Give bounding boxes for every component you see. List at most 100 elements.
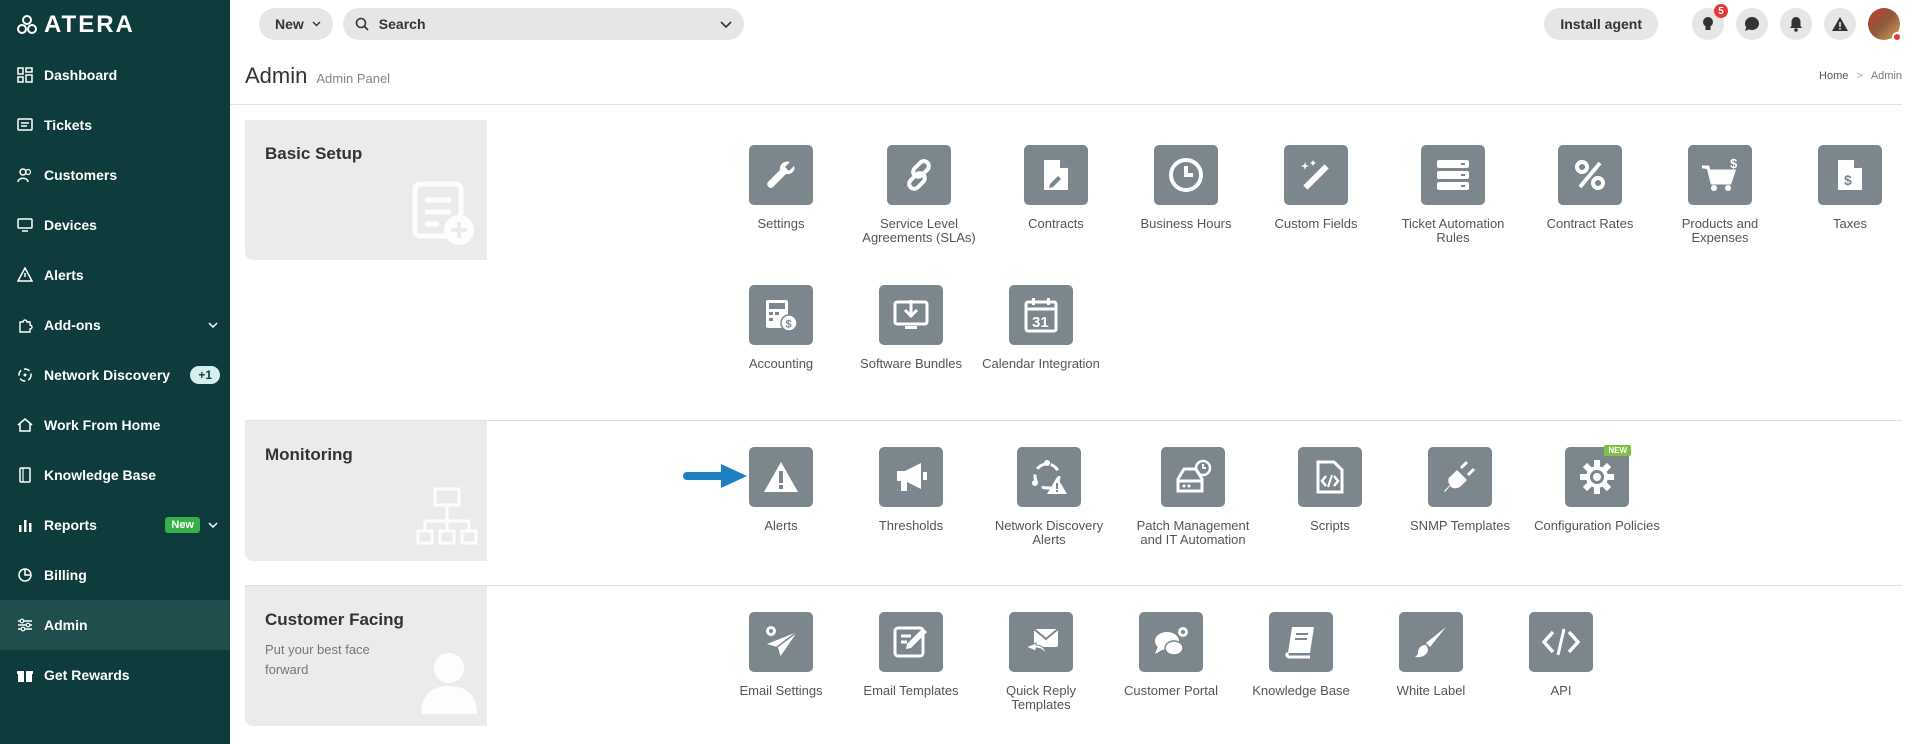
customer-facing-panel: Customer Facing Put your best face forwa…	[245, 586, 487, 726]
shopping-cart-icon: $	[1688, 145, 1752, 205]
tile-label: Customer Portal	[1124, 683, 1218, 698]
svg-text:$: $	[786, 319, 792, 331]
tile-contract-rates[interactable]: Contract Rates	[1525, 145, 1655, 231]
sidebar-item-dashboard[interactable]: Dashboard	[0, 50, 230, 100]
new-badge: NEW	[1604, 445, 1631, 456]
tile-label: Accounting	[748, 356, 814, 371]
section-title: Customer Facing	[265, 610, 404, 629]
chevron-down-icon[interactable]	[206, 522, 220, 528]
tile-settings[interactable]: Settings	[716, 145, 846, 231]
section-title: Basic Setup	[265, 144, 363, 163]
tips-button[interactable]: 5	[1692, 4, 1728, 40]
tile-accounting[interactable]: $ Accounting	[716, 285, 846, 371]
breadcrumb-separator: >	[1856, 70, 1863, 82]
tile-email-settings[interactable]: Email Settings	[716, 612, 846, 698]
sidebar-item-get-rewards[interactable]: Get Rewards	[0, 650, 230, 700]
page-title: Admin	[245, 63, 308, 88]
tile-snmp-templates[interactable]: SNMP Templates	[1395, 447, 1525, 533]
monitoring-panel: Monitoring	[245, 421, 487, 561]
atera-logo[interactable]: ATERA	[0, 0, 230, 50]
sidebar-item-network-discovery[interactable]: Network Discovery +1	[0, 350, 230, 400]
warning-icon	[1832, 17, 1848, 31]
tile-api[interactable]: API	[1496, 612, 1626, 698]
edit-template-icon	[879, 612, 943, 672]
tile-configuration-policies[interactable]: NEW Configuration Policies	[1532, 445, 1662, 533]
tile-quick-reply-templates[interactable]: Quick Reply Templates	[976, 612, 1106, 712]
server-rules-icon	[1421, 145, 1485, 205]
tile-network-discovery-alerts[interactable]: Network Discovery Alerts	[984, 447, 1114, 547]
sidebar-item-work-from-home[interactable]: Work From Home	[0, 400, 230, 450]
sidebar-item-customers[interactable]: Customers	[0, 150, 230, 200]
tile-email-templates[interactable]: Email Templates	[846, 612, 976, 698]
dashboard-icon	[16, 66, 34, 84]
clock-icon	[1154, 145, 1218, 205]
tile-taxes[interactable]: $ Taxes	[1785, 145, 1915, 231]
tile-slas[interactable]: Service Level Agreements (SLAs)	[854, 145, 984, 245]
tile-knowledge-base[interactable]: Knowledge Base	[1236, 612, 1366, 698]
tile-patch-management[interactable]: Patch Management and IT Automation	[1128, 447, 1258, 547]
avatar[interactable]	[1868, 8, 1902, 42]
sidebar-item-devices[interactable]: Devices	[0, 200, 230, 250]
sidebar-item-billing[interactable]: Billing	[0, 550, 230, 600]
sidebar-item-label: Get Rewards	[44, 667, 130, 683]
person-icon	[421, 653, 477, 714]
lightbulb-icon	[1703, 17, 1713, 30]
paint-brush-icon	[1399, 612, 1463, 672]
sidebar-item-reports[interactable]: Reports New	[0, 500, 230, 550]
breadcrumb-home[interactable]: Home	[1819, 70, 1848, 82]
tile-white-label[interactable]: White Label	[1366, 612, 1496, 698]
search-input[interactable]: Search	[342, 8, 744, 40]
sidebar-item-alerts[interactable]: Alerts	[0, 250, 230, 300]
code-file-icon	[1298, 447, 1362, 507]
tile-scripts[interactable]: Scripts	[1265, 447, 1395, 533]
chevron-down-icon[interactable]	[206, 322, 220, 328]
tile-label: Quick Reply Templates	[1005, 683, 1077, 712]
tile-business-hours[interactable]: Business Hours	[1121, 145, 1251, 231]
top-right-actions: Install agent 5	[1544, 4, 1902, 42]
basic-setup-panel: Basic Setup	[245, 120, 487, 260]
tickets-icon	[16, 116, 34, 134]
link-icon	[887, 145, 951, 205]
search-icon	[355, 17, 369, 31]
sidebar-item-admin[interactable]: Admin	[0, 600, 230, 650]
chevron-down-icon	[312, 21, 321, 27]
customers-icon	[16, 166, 34, 184]
svg-text:$: $	[1730, 157, 1738, 171]
tile-alerts[interactable]: Alerts	[716, 447, 846, 533]
install-agent-button[interactable]: Install agent	[1544, 8, 1658, 40]
tile-label: Patch Management and IT Automation	[1136, 518, 1250, 547]
new-button-label: New	[275, 16, 304, 32]
download-monitor-icon	[879, 285, 943, 345]
sidebar-item-label: Network Discovery	[44, 367, 171, 383]
sidebar-item-tickets[interactable]: Tickets	[0, 100, 230, 150]
tile-thresholds[interactable]: Thresholds	[846, 447, 976, 533]
tile-ticket-automation-rules[interactable]: Ticket Automation Rules	[1388, 145, 1518, 245]
new-button[interactable]: New	[259, 8, 333, 40]
sidebar-item-addons[interactable]: Add-ons	[0, 300, 230, 350]
sidebar-item-knowledge-base[interactable]: Knowledge Base	[0, 450, 230, 500]
sidebar-item-label: Admin	[44, 617, 88, 633]
tile-label: Email Templates	[863, 683, 959, 698]
tile-contracts[interactable]: Contracts	[991, 145, 1121, 231]
chevron-down-icon[interactable]	[720, 20, 732, 28]
tile-label: Email Settings	[739, 683, 823, 698]
tile-label: Ticket Automation Rules	[1401, 216, 1505, 245]
gear-icon: NEW	[1565, 445, 1631, 507]
tile-calendar-integration[interactable]: 31 Calendar Integration	[976, 285, 1106, 371]
gift-icon	[16, 666, 34, 684]
sidebar-item-label: Add-ons	[44, 317, 101, 333]
network-discovery-icon	[16, 366, 34, 384]
tile-customer-portal[interactable]: Customer Portal	[1106, 612, 1236, 698]
warnings-button[interactable]	[1824, 8, 1856, 40]
notifications-button[interactable]	[1780, 8, 1812, 40]
tile-products-and-expenses[interactable]: $ Products and Expenses	[1655, 145, 1785, 245]
main-content: New Search Install agent 5 Admin Admin P…	[230, 0, 1915, 744]
paper-plane-gear-icon	[749, 612, 813, 672]
tile-custom-fields[interactable]: Custom Fields	[1251, 145, 1381, 231]
chat-button[interactable]	[1736, 8, 1768, 40]
chat-icon	[1745, 17, 1759, 31]
sidebar-item-label: Work From Home	[44, 417, 161, 433]
status-dot	[1892, 32, 1902, 42]
tile-software-bundles[interactable]: Software Bundles	[846, 285, 976, 371]
tile-label: Software Bundles	[860, 356, 962, 371]
